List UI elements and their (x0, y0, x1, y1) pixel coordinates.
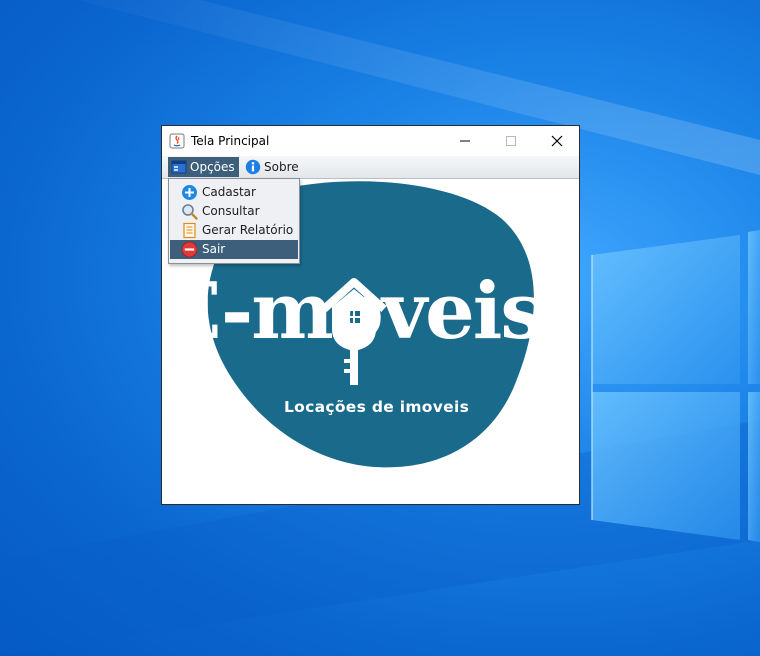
menu-item-sair[interactable]: Sair (170, 240, 298, 259)
menu-item-label: Cadastar (202, 185, 256, 199)
brand-tagline: Locações de imoveis (284, 398, 470, 416)
window-title: Tela Principal (191, 134, 270, 148)
maximize-icon (506, 136, 516, 146)
close-button[interactable] (534, 126, 580, 156)
report-icon (183, 222, 196, 239)
menu-opcoes-label: Opções (190, 160, 235, 174)
window-icon (171, 160, 187, 174)
menu-item-gerar-relatorio[interactable]: Gerar Relatório (170, 221, 298, 240)
minimize-icon (460, 140, 470, 142)
close-icon (551, 135, 563, 147)
menu-item-label: Consultar (202, 204, 260, 218)
menu-bar: Opções Sobre (162, 156, 579, 179)
title-bar[interactable]: Tela Principal (162, 126, 579, 156)
minus-circle-icon (181, 241, 198, 258)
plus-circle-icon (182, 185, 197, 200)
brand-name: E-moveis (162, 266, 544, 357)
java-icon (169, 133, 185, 149)
info-icon (245, 159, 261, 175)
menu-item-cadastrar[interactable]: Cadastar (170, 183, 298, 202)
minimize-button[interactable] (442, 126, 488, 156)
menu-item-label: Gerar Relatório (202, 223, 294, 237)
menu-opcoes[interactable]: Opções (168, 157, 239, 177)
menu-sobre[interactable]: Sobre (242, 157, 303, 177)
opcoes-dropdown-menu: Cadastar Consultar Gerar Relatório Sair (168, 178, 300, 264)
maximize-button[interactable] (488, 126, 534, 156)
menu-item-consultar[interactable]: Consultar (170, 202, 298, 221)
menu-item-label: Sair (202, 242, 226, 256)
magnifier-icon (182, 204, 198, 220)
menu-sobre-label: Sobre (264, 160, 299, 174)
